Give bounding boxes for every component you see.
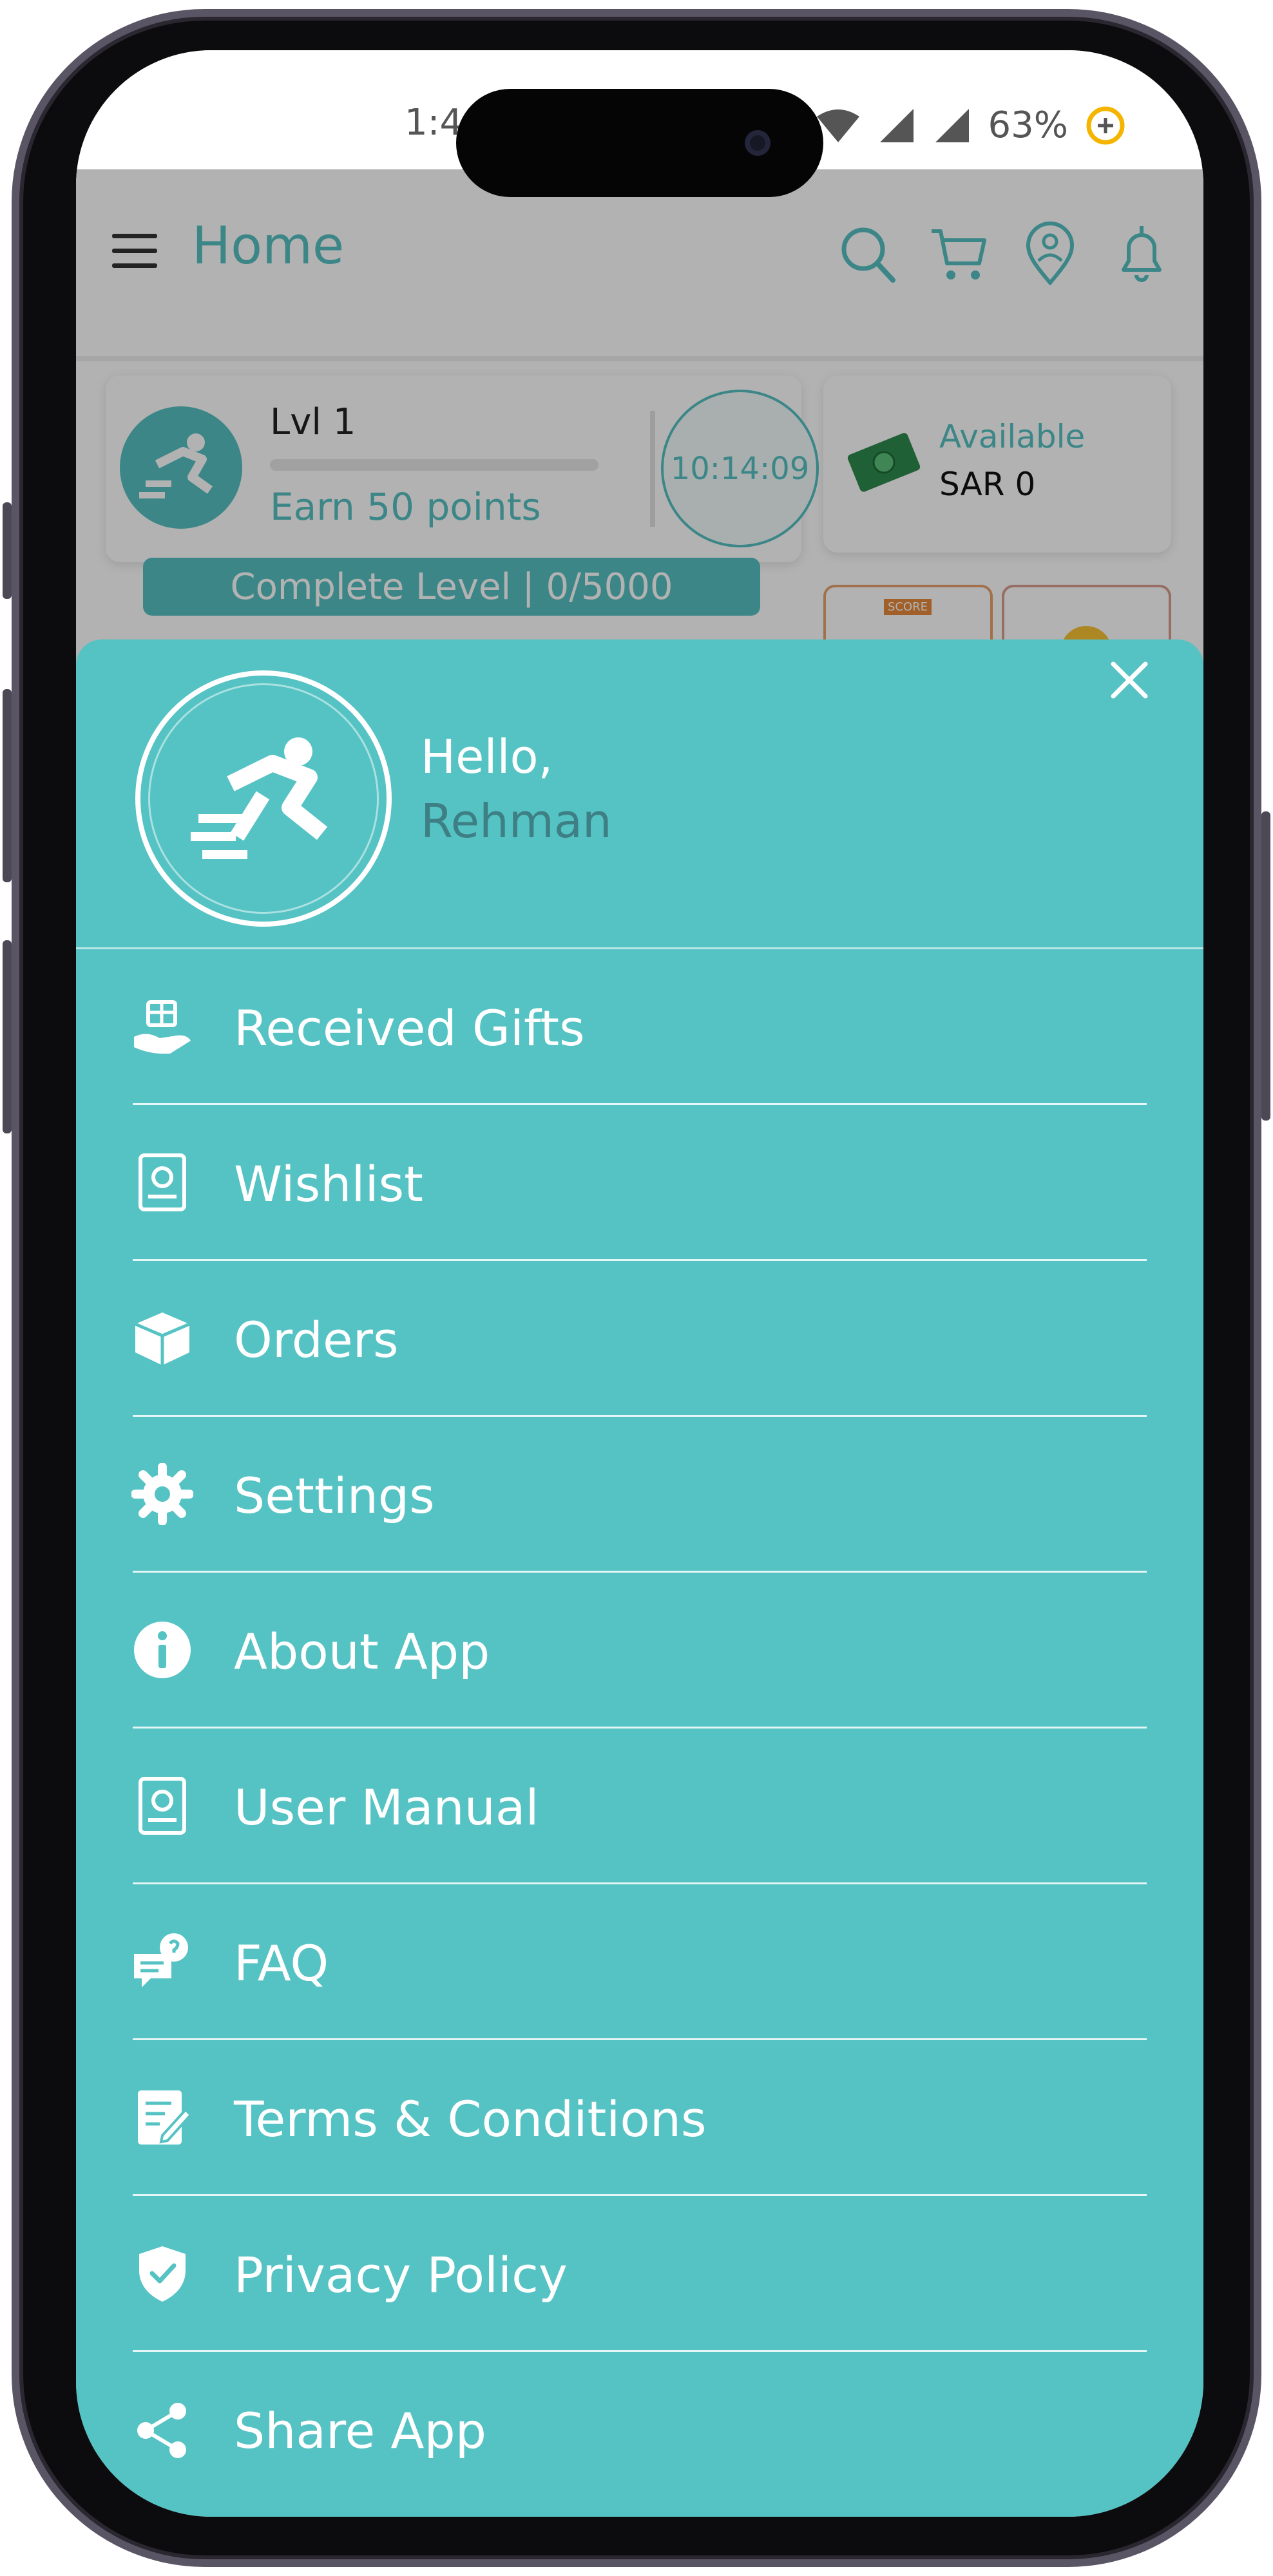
terms-icon (138, 2090, 193, 2145)
menu-item-terms[interactable]: Terms & Conditions (76, 2040, 1203, 2196)
menu-label: Wishlist (234, 1155, 423, 1213)
shield-icon (139, 2246, 186, 2302)
menu-label: Privacy Policy (234, 2246, 568, 2304)
signal-icon (879, 108, 914, 142)
camera-lens (745, 130, 770, 156)
menu-item-orders[interactable]: Orders (76, 1261, 1203, 1417)
info-icon (134, 1622, 191, 1678)
volume-down-button (3, 940, 12, 1133)
menu-item-about-app[interactable]: About App (76, 1573, 1203, 1728)
menu-label: Received Gifts (234, 999, 585, 1057)
avatar[interactable] (135, 670, 392, 927)
menu-item-faq[interactable]: FAQ (76, 1884, 1203, 2040)
volume-up-button (3, 689, 12, 882)
signal-icon-2 (935, 108, 969, 142)
gift-icon (134, 1000, 191, 1054)
close-icon[interactable] (1107, 658, 1152, 703)
greeting-text: Hello, (421, 730, 553, 784)
menu-item-share-app[interactable]: Share App (76, 2352, 1203, 2508)
menu-label: Settings (234, 1467, 435, 1524)
menu-item-privacy-policy[interactable]: Privacy Policy (76, 2196, 1203, 2352)
menu-label: Orders (234, 1311, 399, 1368)
menu-label: About App (234, 1623, 490, 1680)
menu-item-wishlist[interactable]: Wishlist (76, 1105, 1203, 1261)
screen: 1:4 63% Home Lvl 1 Earn 50 points 10:14:… (76, 50, 1203, 2517)
mute-switch (3, 502, 12, 599)
runner-logo-icon (191, 737, 328, 859)
status-right: 63% (816, 104, 1126, 146)
menu-item-user-manual[interactable]: User Manual (76, 1728, 1203, 1884)
menu-label: Terms & Conditions (234, 2090, 707, 2148)
menu-label: FAQ (234, 1935, 329, 1992)
share-icon (137, 2403, 186, 2458)
gear-icon (131, 1463, 193, 1525)
faq-icon (134, 1933, 188, 1987)
menu-item-settings[interactable]: Settings (76, 1417, 1203, 1573)
user-name: Rehman (421, 794, 612, 848)
menu-label: Share App (234, 2402, 486, 2459)
drawer-menu: Received Gifts Wishlist Orders Settings … (76, 949, 1203, 2508)
battery-percent: 63% (988, 104, 1068, 146)
status-time: 1:4 (405, 102, 463, 144)
wishlist-icon (139, 1153, 186, 1211)
menu-item-received-gifts[interactable]: Received Gifts (76, 949, 1203, 1105)
battery-saver-icon (1086, 106, 1125, 144)
power-button (1261, 811, 1270, 1121)
side-drawer: Hello, Rehman Received Gifts Wishlist Or… (76, 639, 1203, 2517)
manual-icon (139, 1777, 186, 1835)
dynamic-island (456, 89, 823, 197)
box-icon (135, 1312, 190, 1365)
menu-label: User Manual (234, 1779, 539, 1836)
